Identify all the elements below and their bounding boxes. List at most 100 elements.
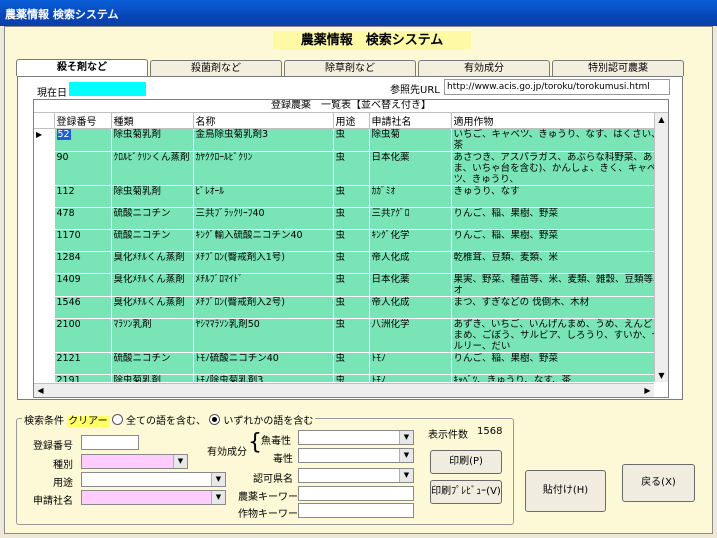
table-row[interactable]: 2100 ﾏﾗｿﾝ乳剤 ﾔｼﾏﾏﾗｿﾝ乳剤50 虫八洲化学 あずき、いちご、いんげんまめ…	[34, 318, 654, 353]
back-button[interactable]: 戻る(X)	[622, 464, 695, 502]
col-applicant[interactable]: 申請社名	[369, 113, 452, 129]
reference-url-field[interactable]: http://www.acis.go.jp/toroku/torokumusi.…	[444, 79, 670, 95]
col-use[interactable]: 用途	[333, 113, 370, 129]
crop-keyword-input[interactable]	[298, 503, 414, 518]
cell-crops[interactable]: りんご、稲、果樹、野菜	[451, 207, 654, 230]
keyword-input[interactable]	[298, 486, 414, 501]
cell-type[interactable]: 硫酸ニコチン	[111, 229, 194, 252]
chevron-down-icon[interactable]: ▼	[399, 431, 413, 444]
cell-use[interactable]: 虫	[333, 151, 370, 186]
cell-crops[interactable]: あさつき、アスパラガス、あぶらな科野菜、あま、いちゃ台を含む)、かんしょ、きく、…	[451, 151, 654, 186]
scroll-down-icon[interactable]: ▼	[655, 369, 668, 382]
scroll-right-icon[interactable]: ▶	[641, 384, 654, 397]
row-selector[interactable]	[34, 151, 55, 186]
radio-all-words[interactable]	[111, 414, 123, 425]
cell-name[interactable]: ｷﾝｸﾞ輸入硫酸ニコチン40	[193, 229, 334, 252]
cell-use[interactable]: 虫	[333, 318, 370, 353]
cell-use[interactable]: 虫	[333, 352, 370, 375]
cell-reg-no[interactable]: 1546	[54, 296, 112, 319]
table-row[interactable]: ▶ 52 除虫菊乳剤 金鳥除虫菊乳剤3 虫除虫菊 いちご、キャベツ、きゅうり、なす、はくさ…	[34, 128, 654, 152]
applicant-select[interactable]: ▼	[81, 490, 226, 505]
cell-type[interactable]: 除虫菊乳剤	[111, 374, 194, 382]
cell-reg-no[interactable]: 1284	[54, 251, 112, 274]
chevron-down-icon[interactable]: ▼	[399, 469, 413, 482]
cell-name[interactable]: 三共ﾌﾞﾗｯｸﾘｰﾌ40	[193, 207, 334, 230]
cell-applicant[interactable]: ｷﾝｸﾞ化学	[369, 229, 452, 252]
cell-applicant[interactable]: 除虫菊	[369, 128, 452, 152]
cell-type[interactable]: 臭化ﾒﾁﾙくん蒸剤	[111, 251, 194, 274]
cell-reg-no[interactable]: 112	[54, 185, 112, 208]
cell-use[interactable]: 虫	[333, 374, 370, 382]
row-selector[interactable]	[34, 374, 55, 382]
cell-name[interactable]: ﾒﾁﾌﾞﾛﾝ(臀戒剤入1号)	[193, 251, 334, 274]
cell-reg-no[interactable]: 2100	[54, 318, 112, 353]
grid-vertical-scrollbar[interactable]: ▲ ▼	[654, 113, 668, 382]
tab-insecticide[interactable]: 殺そ剤など	[16, 59, 148, 76]
chevron-down-icon[interactable]: ▼	[173, 455, 187, 468]
row-selector[interactable]	[34, 318, 55, 353]
cell-name[interactable]: ﾒﾁﾌﾞﾛﾝ(臀戒剤入2号)	[193, 296, 334, 319]
row-selector[interactable]	[34, 185, 55, 208]
cell-type[interactable]: ﾏﾗｿﾝ乳剤	[111, 318, 194, 353]
tab-special-approval[interactable]: 特別認可農薬	[552, 60, 684, 76]
cell-reg-no[interactable]: 2191	[54, 374, 112, 382]
cell-applicant[interactable]: ﾄﾓﾉ	[369, 374, 452, 382]
cell-crops[interactable]: まつ、すぎなどの 伐倒木、木材	[451, 296, 654, 319]
cell-crops[interactable]: あずき、いちご、いんげんまめ、うめ、えんどうまめ、ごぼう、サルビア、しろうり、す…	[451, 318, 654, 353]
cell-applicant[interactable]: 日本化薬	[369, 273, 452, 297]
tab-active-ingredient[interactable]: 有効成分	[418, 60, 550, 76]
scroll-left-icon[interactable]: ◀	[34, 384, 47, 397]
col-crops[interactable]: 適用作物	[451, 113, 654, 129]
cell-reg-no[interactable]: 1409	[54, 273, 112, 297]
chevron-down-icon[interactable]: ▼	[211, 473, 225, 486]
cell-name[interactable]: ﾔｼﾏﾏﾗｿﾝ乳剤50	[193, 318, 334, 353]
table-row[interactable]: 112 除虫菊乳剤 ﾋﾟﾚｵｰﾙ虫ｶｶﾞﾐｵ きゅうり、なす	[34, 185, 654, 208]
cell-name[interactable]: ﾄﾓﾉ除虫菊乳剤3	[193, 374, 334, 382]
cell-crops[interactable]: りんご、稲、果樹、野菜	[451, 229, 654, 252]
cell-type[interactable]: 除虫菊乳剤	[111, 128, 194, 152]
table-row[interactable]: 478 硫酸ニコチン 三共ﾌﾞﾗｯｸﾘｰﾌ40 虫三共ｱｸﾞﾛ りんご、稲、果樹、野菜	[34, 207, 654, 230]
cell-applicant[interactable]: ｶｶﾞﾐｵ	[369, 185, 452, 208]
cell-use[interactable]: 虫	[333, 251, 370, 274]
cell-applicant[interactable]: ﾄﾓﾉ	[369, 352, 452, 375]
cell-use[interactable]: 虫	[333, 296, 370, 319]
radio-any-label[interactable]: いずれかの語を含む	[223, 416, 313, 427]
cell-type[interactable]: 硫酸ニコチン	[111, 352, 194, 375]
col-reg-no[interactable]: 登録番号	[54, 113, 112, 129]
cell-applicant[interactable]: 帝人化成	[369, 296, 452, 319]
print-preview-button[interactable]: 印刷ﾌﾟﾚﾋﾞｭｰ(V)	[430, 480, 502, 504]
cell-name[interactable]: ﾄﾓﾉ硫酸ニコチン40	[193, 352, 334, 375]
scroll-up-icon[interactable]: ▲	[655, 113, 668, 126]
cell-crops[interactable]: りんご、稲、果樹、野菜	[451, 352, 654, 375]
cell-crops[interactable]: いちご、キャベツ、きゅうり、なす、はくさい、茶	[451, 128, 654, 152]
chevron-down-icon[interactable]: ▼	[211, 491, 225, 504]
cell-use[interactable]: 虫	[333, 185, 370, 208]
pref-select[interactable]: ▼	[298, 468, 414, 483]
clear-button[interactable]: クリアー	[67, 416, 109, 427]
cell-name[interactable]: 金鳥除虫菊乳剤3	[193, 128, 334, 152]
cell-crops[interactable]: ｷｬﾍﾞﾂ、きゅうり、なす、茶	[451, 374, 654, 382]
cell-name[interactable]: ｶﾔｸｸﾛｰﾙﾋﾟｸﾘﾝ	[193, 151, 334, 186]
selected-cell-value[interactable]: 52	[56, 129, 71, 140]
cell-applicant[interactable]: 三共ｱｸﾞﾛ	[369, 207, 452, 230]
cell-crops[interactable]: きゅうり、なす	[451, 185, 654, 208]
cell-crops[interactable]: 果実、野菜、種苗等、米、麦類、雑穀、豆類等、オ	[451, 273, 654, 297]
cell-reg-no[interactable]: 1170	[54, 229, 112, 252]
tox-select[interactable]: ▼	[298, 448, 414, 463]
row-selector[interactable]	[34, 296, 55, 319]
table-row[interactable]: 2191 除虫菊乳剤 ﾄﾓﾉ除虫菊乳剤3 虫ﾄﾓﾉ ｷｬﾍﾞﾂ、きゅうり、なす、茶	[34, 374, 654, 382]
col-type[interactable]: 種類	[111, 113, 194, 129]
radio-all-label[interactable]: 全ての語を含む、	[126, 416, 206, 427]
cell-type[interactable]: ｸﾛﾙﾋﾟｸﾘﾝくん蒸剤	[111, 151, 194, 186]
cell-use[interactable]: 虫	[333, 273, 370, 297]
cell-reg-no[interactable]: 2121	[54, 352, 112, 375]
reg-no-input[interactable]	[81, 435, 139, 450]
type-select[interactable]: ▼	[81, 454, 188, 469]
cell-applicant[interactable]: 帝人化成	[369, 251, 452, 274]
table-row[interactable]: 1170 硫酸ニコチン ｷﾝｸﾞ輸入硫酸ニコチン40 虫ｷﾝｸﾞ化学 りんご、稲、果樹、…	[34, 229, 654, 252]
cell-applicant[interactable]: 日本化薬	[369, 151, 452, 186]
cell-type[interactable]: 臭化ﾒﾁﾙくん蒸剤	[111, 273, 194, 297]
cell-reg-no[interactable]: 478	[54, 207, 112, 230]
cell-reg-no[interactable]: 52	[54, 128, 112, 152]
col-name[interactable]: 名称	[193, 113, 334, 129]
